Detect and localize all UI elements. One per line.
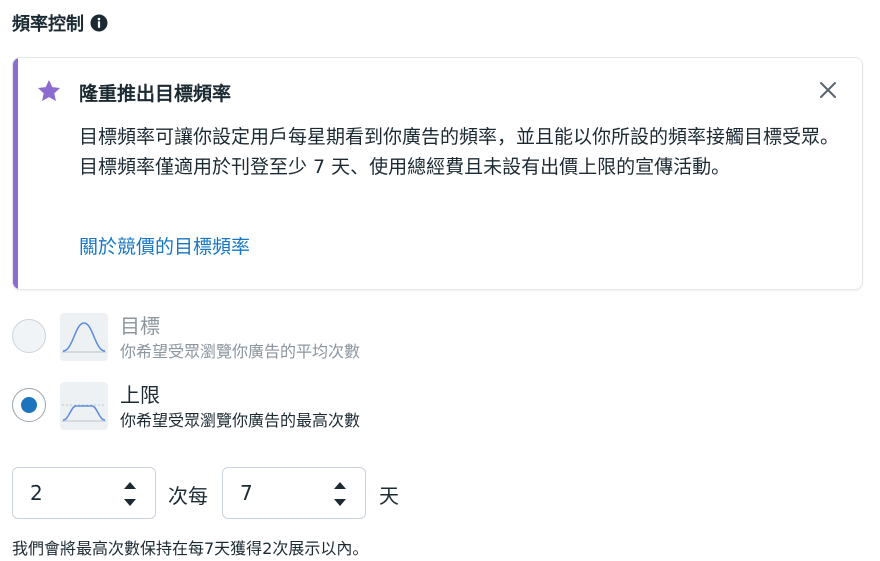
option-target-label: 目標 xyxy=(120,314,160,338)
banner-body-text: 目標頻率可讓你設定用戶每星期看到你廣告的頻率，並且能以你所設的頻率接觸目標受眾。… xyxy=(79,126,840,178)
impressions-unit-label: 次每 xyxy=(168,484,208,508)
option-cap-description: 你希望受眾瀏覽你廣告的最高次數 xyxy=(120,411,361,430)
radio-target[interactable] xyxy=(12,319,46,353)
capped-curve-icon xyxy=(60,382,108,430)
bell-curve-icon xyxy=(60,313,108,361)
stepper-arrows-icon[interactable] xyxy=(123,479,137,509)
impressions-stepper[interactable]: 2 xyxy=(12,467,156,519)
option-target[interactable]: 目標 你希望受眾瀏覽你廣告的平均次數 xyxy=(12,313,360,363)
radio-cap[interactable] xyxy=(12,388,46,422)
learn-more-link[interactable]: 關於競價的目標頻率 xyxy=(79,232,250,259)
frequency-summary: 我們會將最高次數保持在每7天獲得2次展示以內。 xyxy=(12,539,369,558)
banner-accent-bar xyxy=(13,58,18,289)
section-header: 頻率控制 xyxy=(12,10,108,36)
stepper-arrows-icon[interactable] xyxy=(333,479,347,509)
days-value[interactable]: 7 xyxy=(240,481,253,505)
star-icon xyxy=(37,79,61,101)
option-cap[interactable]: 上限 你希望受眾瀏覽你廣告的最高次數 xyxy=(12,382,360,432)
days-stepper[interactable]: 7 xyxy=(222,467,366,519)
banner-title: 隆重推出目標頻率 xyxy=(79,83,232,105)
days-unit-label: 天 xyxy=(379,484,399,508)
close-icon[interactable] xyxy=(818,80,838,100)
impressions-value[interactable]: 2 xyxy=(30,481,43,505)
section-title: 頻率控制 xyxy=(12,14,84,35)
info-icon[interactable] xyxy=(90,14,108,32)
option-cap-label: 上限 xyxy=(120,383,160,407)
option-target-description: 你希望受眾瀏覽你廣告的平均次數 xyxy=(120,342,361,361)
target-frequency-banner: 隆重推出目標頻率 目標頻率可讓你設定用戶每星期看到你廣告的頻率，並且能以你所設的… xyxy=(12,57,863,290)
